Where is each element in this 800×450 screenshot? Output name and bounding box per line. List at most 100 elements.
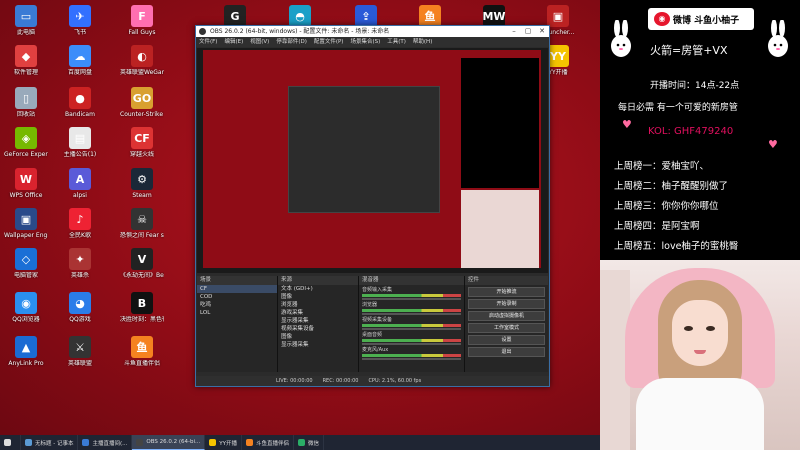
menu-profile[interactable]: 配置文件(P)	[314, 37, 344, 47]
source-item[interactable]: 浏览器	[278, 301, 358, 309]
obs-window[interactable]: OBS 26.0.2 (64-bit, windows) - 配置文件: 未命名…	[195, 25, 550, 387]
desktop-icon[interactable]: ✈ 飞书	[58, 5, 102, 36]
bunny-icon	[765, 19, 791, 60]
mixer-channel[interactable]: 音频输入采集	[362, 287, 461, 300]
minimize-button[interactable]: –	[507, 26, 521, 37]
desktop-icon[interactable]: ♪ 全民K歌	[58, 208, 102, 239]
scenes-title: 场景	[197, 276, 277, 285]
close-button[interactable]: ✕	[535, 26, 549, 37]
source-item[interactable]: 文本 (GDI+)	[278, 285, 358, 293]
mixer-channel[interactable]: 视频采集设备	[362, 317, 461, 330]
taskbar-item[interactable]: 微信	[294, 435, 325, 450]
maximize-button[interactable]: ▢	[521, 26, 535, 37]
heart-icon: ♥	[768, 138, 778, 151]
desktop-icon[interactable]: ◐ 英雄联盟WeGame版	[120, 45, 164, 76]
taskbar-item[interactable]: 无标题 - 记事本	[21, 435, 79, 450]
volume-slider[interactable]	[362, 358, 461, 360]
desktop-icon[interactable]: Aalpsi	[58, 168, 102, 199]
studio-mode-button[interactable]: 工作室模式	[468, 323, 545, 333]
desktop-icon[interactable]: ☠ 恐惧之间 Fear sur...	[120, 208, 164, 239]
menu-docks[interactable]: 停靠部件(D)	[276, 37, 307, 47]
desktop-icon[interactable]: ▯ 回收站	[4, 87, 48, 118]
weibo-text: 微博 斗鱼小柚子	[673, 15, 740, 26]
desktop-icon[interactable]: ◈ GeForce Experience	[4, 127, 48, 158]
source-item[interactable]: 图像	[278, 293, 358, 301]
desktop-icon[interactable]: GO Counter-Strike Global Off...	[120, 87, 164, 118]
controls-title: 控件	[465, 276, 548, 285]
desktop-icon[interactable]: 鱼斗鱼直播伴侣	[120, 336, 164, 367]
scene-item[interactable]: CF	[197, 285, 277, 293]
menu-view[interactable]: 视图(V)	[250, 37, 269, 47]
menu-edit[interactable]: 编辑(E)	[224, 37, 243, 47]
menu-scene-collection[interactable]: 场景集合(S)	[350, 37, 380, 47]
mixer-channel[interactable]: 桌面音频	[362, 332, 461, 345]
desktop-icon[interactable]: ● Bandicam	[58, 87, 102, 118]
volume-meter	[362, 324, 461, 327]
settings-button[interactable]: 设置	[468, 335, 545, 345]
volume-slider[interactable]	[362, 298, 461, 300]
desktop-icon[interactable]: ▲ AnyLink Pro	[4, 336, 48, 367]
menu-tools[interactable]: 工具(T)	[387, 37, 406, 47]
mixer-channel-name: 麦克风/Aux	[362, 347, 389, 353]
desktop-icon[interactable]: ⚙ Steam	[120, 168, 164, 199]
taskbar-item[interactable]: 斗鱼直播伴侣	[242, 435, 295, 450]
app-icon: G	[224, 5, 246, 27]
scene-item[interactable]: 吃鸡	[197, 301, 277, 309]
desktop-icon[interactable]: CF 穿越火线	[120, 127, 164, 158]
menu-help[interactable]: 帮助(H)	[413, 37, 432, 47]
desktop-icon[interactable]: ▣ Wallpaper Engine：...	[4, 208, 48, 239]
taskbar-item-label: 主播直播间(...	[92, 440, 128, 447]
app-icon: ▣	[15, 208, 37, 230]
volume-slider[interactable]	[362, 313, 461, 315]
desktop-icon[interactable]: ☁ 百度网盘	[58, 45, 102, 76]
desktop-icon-label: GeForce Experience	[4, 151, 48, 158]
virtual-camera-button[interactable]: 启动虚拟摄像机	[468, 311, 545, 321]
app-icon: ✈	[69, 5, 91, 27]
app-icon: ◓	[289, 5, 311, 27]
desktop-icon[interactable]: ▭ 此电脑	[4, 5, 48, 36]
mixer-channel[interactable]: 麦克风/Aux	[362, 347, 461, 360]
app-icon: ☠	[131, 208, 153, 230]
source-item[interactable]: 显示器采集	[278, 341, 358, 349]
scene-item[interactable]: LOL	[197, 309, 277, 317]
streamer-body	[636, 378, 764, 450]
volume-slider[interactable]	[362, 328, 461, 330]
desktop-icon[interactable]: ⚔ 英雄联盟	[58, 336, 102, 367]
app-icon: W	[15, 168, 37, 190]
taskbar-item[interactable]: 主播直播间(...	[78, 435, 133, 450]
desktop-icon[interactable]: ▤ 主播公告(1)	[58, 127, 102, 158]
desktop-icon-label: 斗鱼直播伴侣	[123, 360, 160, 367]
taskbar-item[interactable]: YY开播	[205, 435, 243, 450]
desktop-icon[interactable]: F Fall Guys	[120, 5, 164, 36]
desktop-icon[interactable]: ◆ 软件管理	[4, 45, 48, 76]
source-item[interactable]: 游戏采集	[278, 309, 358, 317]
start-streaming-button[interactable]: 开始推流	[468, 287, 545, 297]
start-recording-button[interactable]: 开始录制	[468, 299, 545, 309]
sources-title: 来源	[278, 276, 358, 285]
desktop-icon-label: alpsi	[73, 192, 87, 199]
obs-preview[interactable]	[197, 48, 548, 273]
exit-button[interactable]: 退出	[468, 347, 545, 357]
desktop-icon[interactable]: ◕ QQ游戏	[58, 292, 102, 323]
scene-item[interactable]: COD	[197, 293, 277, 301]
start-button[interactable]	[0, 435, 21, 450]
mixer-channel[interactable]: 浏览器	[362, 302, 461, 315]
desktop-icon[interactable]: ✦ 英雄杀	[58, 248, 102, 279]
desktop-icon[interactable]: ◇ 电脑管家	[4, 248, 48, 279]
desktop-icon[interactable]: V 《永劫无间》Beta	[120, 248, 164, 279]
source-item[interactable]: 图像	[278, 333, 358, 341]
source-item[interactable]: 显示器采集	[278, 317, 358, 325]
menu-file[interactable]: 文件(F)	[199, 37, 217, 47]
app-icon: A	[69, 168, 91, 190]
app-icon: MW	[482, 5, 506, 27]
taskbar-item[interactable]: OBS 26.0.2 (64-bi...	[132, 435, 206, 450]
obs-titlebar[interactable]: OBS 26.0.2 (64-bit, windows) - 配置文件: 未命名…	[196, 26, 549, 37]
source-item[interactable]: 视频采集设备	[278, 325, 358, 333]
app-icon: GO	[131, 87, 153, 109]
mixer-title: 混音器	[359, 276, 464, 285]
desktop-icon[interactable]: ◉ QQ浏览器	[4, 292, 48, 323]
volume-slider[interactable]	[362, 343, 461, 345]
desktop-icon[interactable]: B 决胜时刻：黑色行动冷战	[120, 292, 164, 323]
desktop-icon[interactable]: W WPS Office	[4, 168, 48, 199]
desktop-icon-label: 决胜时刻：黑色行动冷战	[120, 316, 164, 323]
